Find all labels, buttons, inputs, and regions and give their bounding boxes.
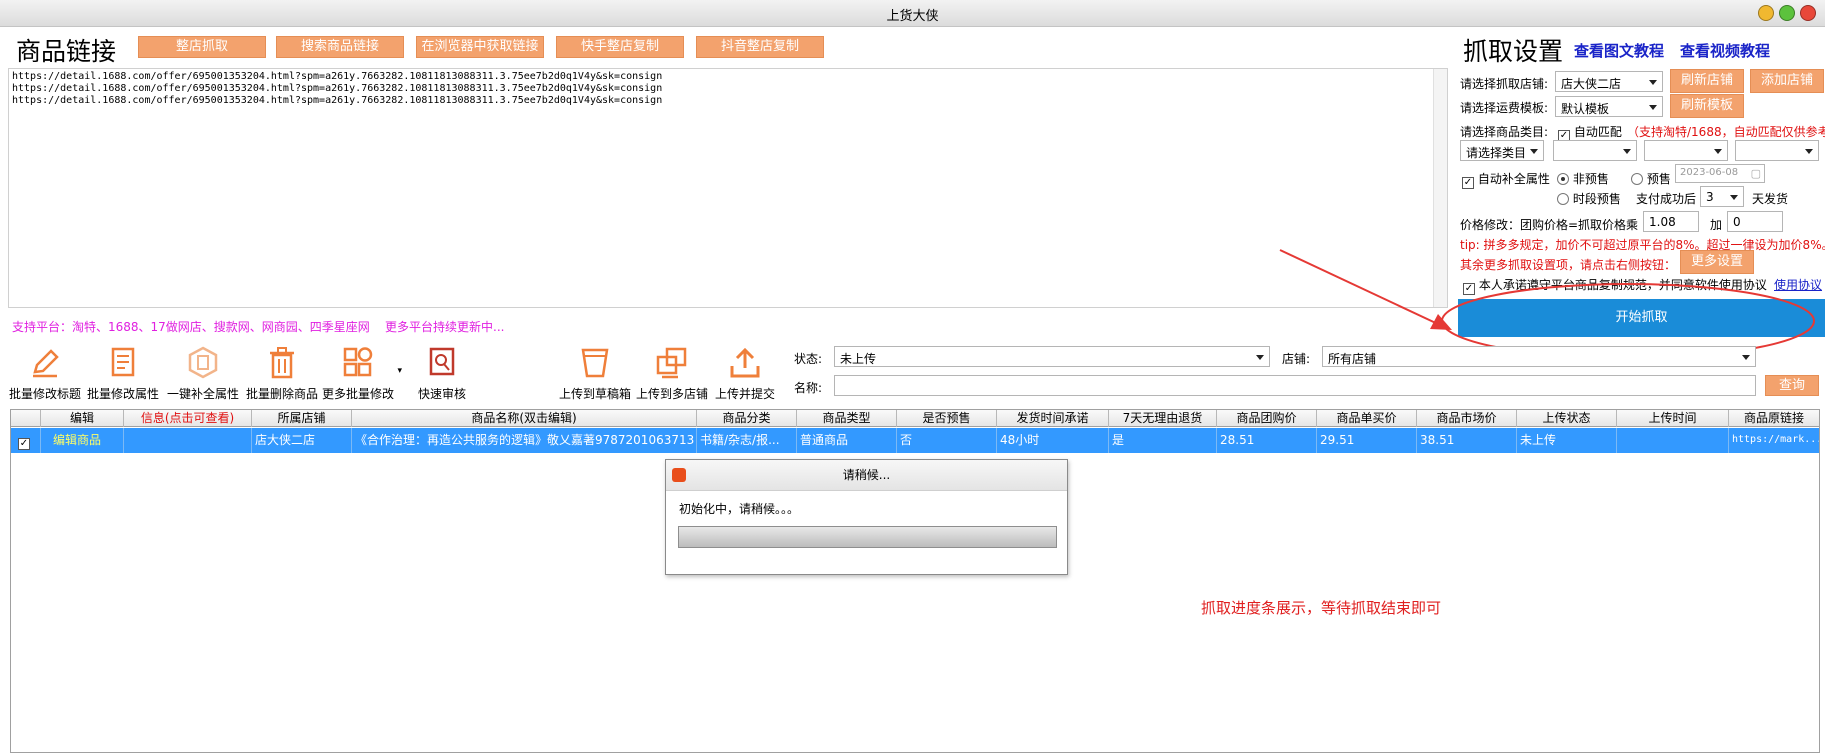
table-header: 编辑 信息(点击可查看) 所属店铺 商品名称(双击编辑) 商品分类 商品类型 是…: [11, 410, 1819, 427]
dialog-message: 初始化中，请稍候。。。: [679, 502, 800, 516]
single-price-cell: 29.51: [1317, 428, 1417, 453]
col-type[interactable]: 商品类型: [797, 410, 897, 427]
col-select: [11, 410, 41, 427]
shop-cell: 店大侠二店: [252, 428, 352, 453]
type-cell: 普通商品: [797, 428, 897, 453]
document-edit-icon: [111, 347, 135, 377]
auto-complete-attr-tool[interactable]: 一键补全属性: [164, 346, 242, 402]
grid-icon: [343, 347, 373, 377]
progress-bar: [678, 526, 1057, 548]
row-select-cell[interactable]: ✓: [11, 428, 41, 453]
dialog-title: 请稍候...: [842, 468, 891, 482]
row-checkbox[interactable]: ✓: [18, 438, 30, 450]
query-button[interactable]: 查询: [1765, 375, 1819, 396]
chevron-down-icon: [1256, 355, 1264, 360]
review-icon: [429, 347, 455, 376]
tool-label: 批量修改属性: [86, 387, 159, 401]
trash-icon: [270, 347, 294, 379]
status-filter-value: 未上传: [840, 352, 877, 366]
presale-cell: 否: [897, 428, 997, 453]
name-cell[interactable]: 《合作治理：再造公共服务的逻辑》敬乂嘉著9787201063713: [352, 428, 697, 453]
col-group-price[interactable]: 商品团购价: [1217, 410, 1317, 427]
col-name[interactable]: 商品名称(双击编辑): [352, 410, 697, 427]
return-cell: 是: [1109, 428, 1217, 453]
col-ship-time[interactable]: 发货时间承诺: [997, 410, 1109, 427]
tool-label: 一键补全属性: [166, 387, 239, 401]
tool-label: 上传并提交: [714, 387, 775, 401]
info-cell[interactable]: [124, 428, 252, 453]
batch-edit-attr-tool[interactable]: 批量修改属性: [84, 346, 162, 402]
upload-draft-tool[interactable]: 上传到草稿箱: [555, 346, 635, 402]
col-shop[interactable]: 所属店铺: [252, 410, 352, 427]
col-return[interactable]: 7天无理由退货: [1109, 410, 1217, 427]
tool-label: 批量删除商品: [245, 387, 318, 401]
name-filter-label: 名称:: [794, 381, 823, 395]
col-edit[interactable]: 编辑: [41, 410, 124, 427]
tool-label: 上传到多店铺: [635, 387, 708, 401]
app-logo-icon: [672, 468, 686, 482]
tool-label: 上传到草稿箱: [558, 387, 631, 401]
upload-submit-tool[interactable]: 上传并提交: [710, 346, 780, 402]
market-price-cell: 38.51: [1417, 428, 1517, 453]
tool-label: 快速审核: [417, 387, 466, 401]
tool-label: 更多批量修改: [321, 387, 394, 401]
quick-review-tool[interactable]: 快速审核: [405, 346, 479, 402]
col-category[interactable]: 商品分类: [697, 410, 797, 427]
pencil-icon: [33, 349, 59, 378]
upload-status-cell: 未上传: [1517, 428, 1617, 453]
table-row[interactable]: ✓ 编辑商品 店大侠二店 《合作治理：再造公共服务的逻辑》敬乂嘉著9787201…: [11, 428, 1819, 453]
ship-time-cell: 48小时: [997, 428, 1109, 453]
category-cell: 书籍/杂志/报...: [697, 428, 797, 453]
progress-dialog: 请稍候... 初始化中，请稍候。。。: [665, 459, 1068, 575]
annotation-note: 抓取进度条展示，等待抓取结束即可: [1201, 599, 1442, 617]
multi-shop-icon: [656, 347, 687, 379]
shop-filter-label: 店铺:: [1282, 352, 1311, 366]
col-market-price[interactable]: 商品市场价: [1417, 410, 1517, 427]
upload-icon: [730, 347, 760, 378]
shop-filter-select[interactable]: 所有店铺: [1322, 346, 1756, 367]
col-info[interactable]: 信息(点击可查看): [124, 410, 252, 427]
chevron-down-icon: [1742, 355, 1750, 360]
status-filter-label: 状态:: [794, 352, 823, 366]
hexagon-doc-icon: [188, 346, 218, 379]
shop-filter-value: 所有店铺: [1328, 352, 1377, 366]
draft-bin-icon: [581, 348, 609, 378]
tool-label: 批量修改标题: [8, 387, 81, 401]
col-orig-link[interactable]: 商品原链接: [1729, 410, 1819, 427]
group-price-cell: 28.51: [1217, 428, 1317, 453]
status-filter-select[interactable]: 未上传: [834, 346, 1270, 367]
batch-edit-title-tool[interactable]: 批量修改标题: [6, 346, 84, 402]
upload-time-cell: [1617, 428, 1729, 453]
dialog-titlebar: 请稍候...: [666, 460, 1067, 491]
col-presale[interactable]: 是否预售: [897, 410, 997, 427]
arrow-to-start: [1279, 249, 1441, 326]
edit-product-link[interactable]: 编辑商品: [41, 428, 124, 453]
batch-delete-tool[interactable]: 批量删除商品: [243, 346, 321, 402]
col-single-price[interactable]: 商品单买价: [1317, 410, 1417, 427]
name-filter-input[interactable]: [834, 375, 1756, 396]
caret-down-icon[interactable]: ▾: [397, 366, 402, 376]
col-upload-time[interactable]: 上传时间: [1617, 410, 1729, 427]
upload-multi-shop-tool[interactable]: 上传到多店铺: [632, 346, 712, 402]
col-upload-status[interactable]: 上传状态: [1517, 410, 1617, 427]
more-batch-edit-tool[interactable]: 更多批量修改 ▾: [318, 346, 402, 402]
orig-link-cell[interactable]: https://mark...: [1729, 428, 1819, 453]
